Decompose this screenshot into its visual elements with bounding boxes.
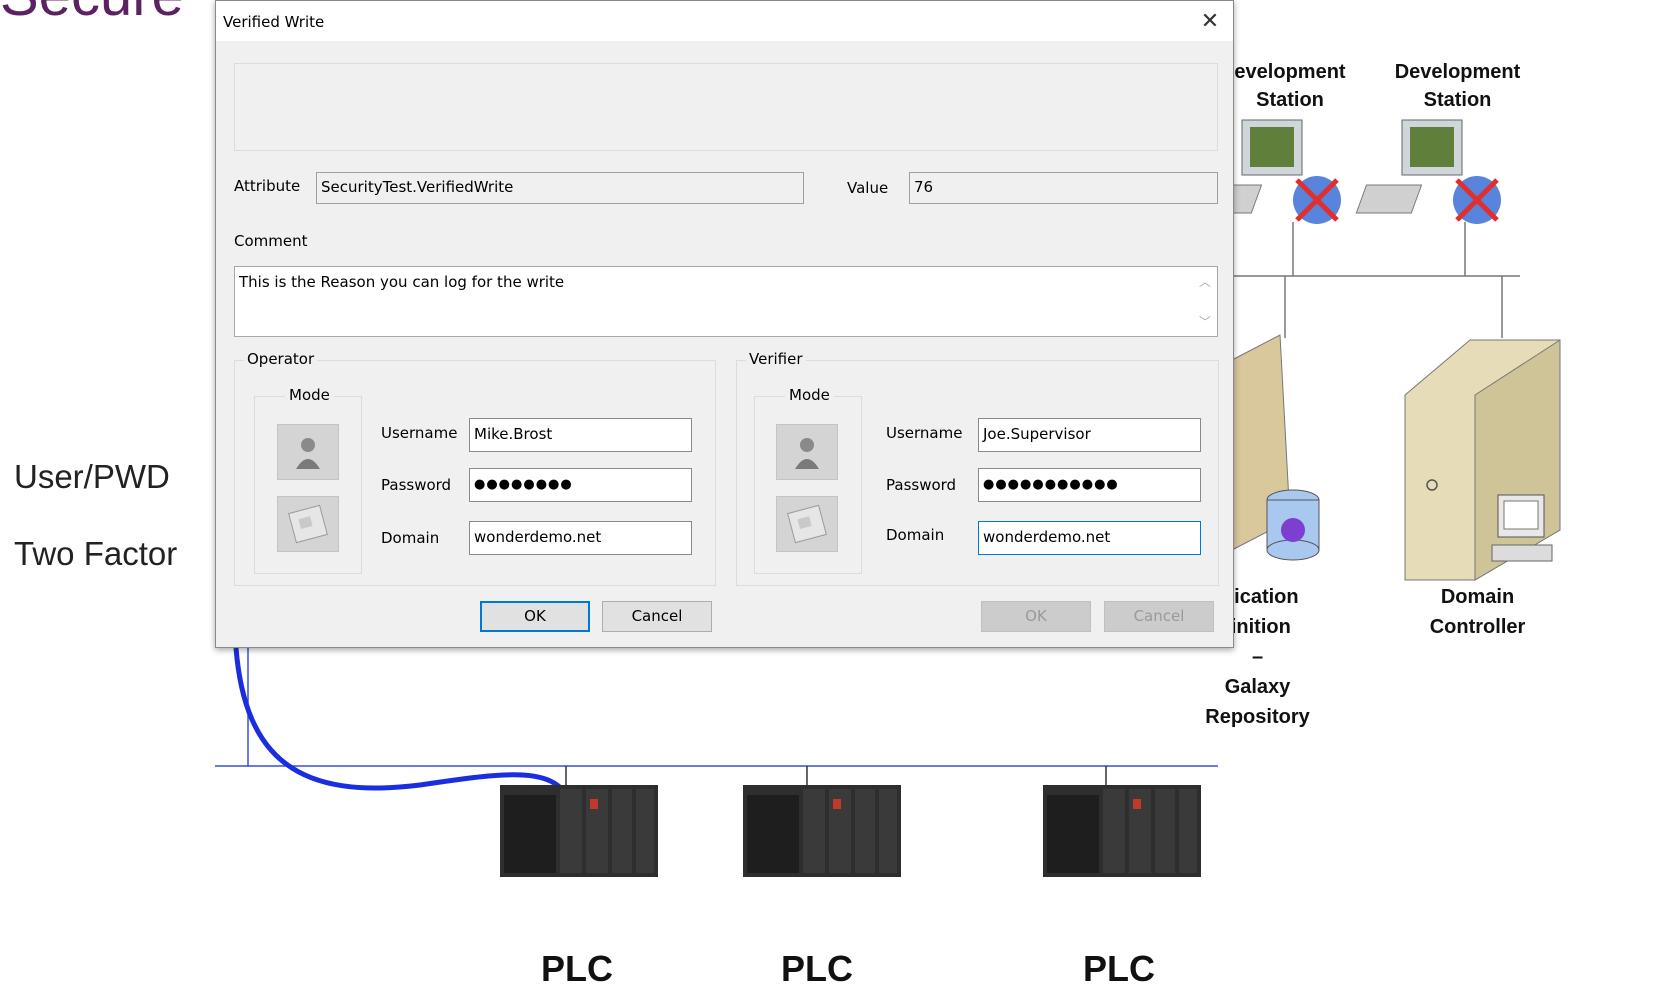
verifier-user-mode-button[interactable] [776, 424, 838, 480]
smartcard-icon [787, 504, 827, 544]
operator-user-mode-button[interactable] [277, 424, 339, 480]
user-icon [296, 438, 320, 469]
operator-mode-title: Mode [285, 386, 334, 404]
operator-password-label: Password [381, 476, 452, 494]
attribute-label: Attribute [234, 177, 301, 195]
message-area [234, 63, 1218, 151]
comment-label: Comment [234, 232, 308, 250]
user-icon [795, 438, 819, 469]
attribute-field[interactable]: SecurityTest.VerifiedWrite [316, 172, 804, 204]
smartcard-icon [288, 504, 328, 544]
verified-write-dialog: Verified Write ✕ Attribute SecurityTest.… [215, 0, 1234, 648]
plc-label-3: PLC [1083, 948, 1155, 989]
dialog-titlebar[interactable]: Verified Write ✕ [216, 1, 1233, 41]
verifier-cancel-button[interactable]: Cancel [1104, 601, 1214, 632]
verifier-username-label: Username [886, 424, 963, 442]
value-label: Value [847, 179, 889, 197]
verifier-mode-title: Mode [785, 386, 834, 404]
galaxy-server-icon [1231, 334, 1320, 561]
operator-domain-label: Domain [381, 529, 440, 547]
operator-group-title: Operator [244, 350, 318, 368]
verifier-domain-label: Domain [886, 526, 945, 544]
comment-scrollbar[interactable]: ︿ ﹀ [1195, 267, 1217, 336]
verifier-group-title: Verifier [746, 350, 806, 368]
dev-station-1-caption: evelopment Station [1234, 61, 1346, 111]
operator-password-input[interactable]: ●●●●●●●● [469, 468, 692, 502]
domain-controller-caption: Domain Controller [1429, 586, 1526, 638]
comment-textarea[interactable]: This is the Reason you can log for the w… [234, 266, 1218, 337]
scroll-up-icon[interactable]: ︿ [1199, 273, 1211, 290]
workstation-icon [1355, 119, 1501, 224]
verifier-domain-input[interactable]: wonderdemo.net [978, 521, 1201, 555]
verifier-mode-group: Mode [754, 386, 862, 574]
operator-username-label: Username [381, 424, 458, 442]
verifier-username-input[interactable]: Joe.Supervisor [978, 418, 1201, 452]
close-icon[interactable]: ✕ [1195, 7, 1225, 37]
verifier-smartcard-mode-button[interactable] [776, 496, 838, 552]
verifier-ok-button[interactable]: OK [981, 601, 1091, 632]
operator-ok-button[interactable]: OK [480, 601, 590, 632]
value-field[interactable]: 76 [909, 172, 1218, 204]
operator-mode-group: Mode [254, 386, 362, 574]
operator-cancel-button[interactable]: Cancel [602, 601, 712, 632]
verifier-password-input[interactable]: ●●●●●●●●●●● [978, 468, 1201, 502]
plc-rack-icon [1043, 785, 1201, 877]
operator-domain-input[interactable]: wonderdemo.net [469, 521, 692, 555]
dialog-title: Verified Write [223, 13, 325, 31]
operator-smartcard-mode-button[interactable] [277, 496, 339, 552]
verifier-password-label: Password [886, 476, 957, 494]
dev-station-2-caption: Development Station [1394, 61, 1521, 111]
operator-username-input[interactable]: Mike.Brost [469, 418, 692, 452]
plc-rack-icon [743, 785, 901, 877]
plc-rack-icon [500, 785, 658, 877]
comment-text: This is the Reason you can log for the w… [239, 273, 565, 291]
scroll-down-icon[interactable]: ﹀ [1199, 313, 1211, 330]
domain-server-icon [1404, 339, 1561, 581]
plc-label-1: PLC [541, 948, 613, 989]
plc-label-2: PLC [781, 948, 853, 989]
operator-group: Operator Mode Username Mike.Brost Passwo… [234, 350, 716, 586]
verifier-group: Verifier Mode Username Joe.Supervisor Pa… [736, 350, 1219, 586]
